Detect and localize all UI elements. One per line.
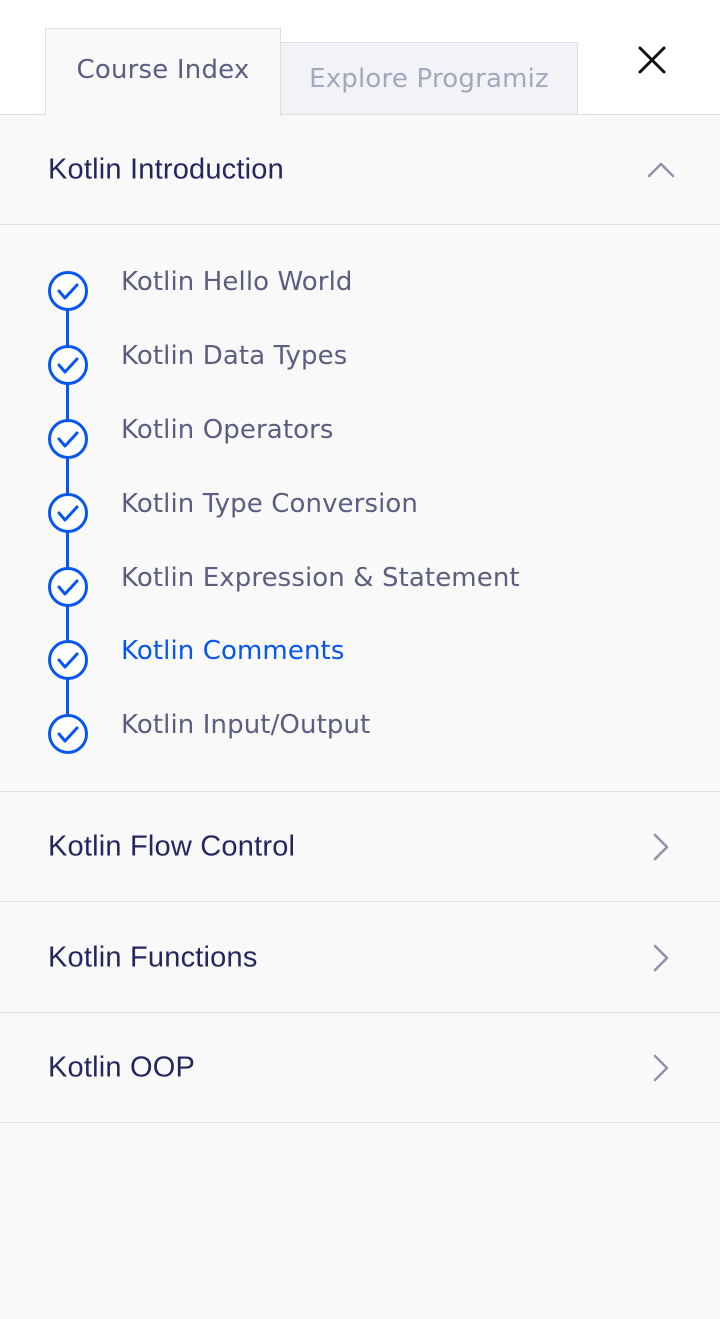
close-button[interactable] (632, 40, 672, 80)
top-bar: Course Index Explore Programiz (0, 0, 720, 116)
check-circle-icon (48, 271, 88, 311)
chevron-right-icon (653, 1054, 669, 1081)
lesson-label: Kotlin Operators (121, 415, 334, 445)
lesson-list: Kotlin Hello World Kotlin Data Types Kot… (0, 226, 720, 792)
section-header-kotlin-functions[interactable]: Kotlin Functions (0, 903, 720, 1013)
section-header-kotlin-introduction[interactable]: Kotlin Introduction (0, 115, 720, 225)
chevron-right-icon (653, 833, 669, 860)
check-circle-icon (48, 640, 88, 680)
check-circle-icon (48, 419, 88, 459)
lesson-item[interactable]: Kotlin Hello World (0, 265, 720, 315)
lesson-label: Kotlin Comments (121, 636, 345, 666)
section-title: Kotlin OOP (48, 1051, 196, 1083)
tab-course-index[interactable]: Course Index (45, 28, 281, 116)
close-icon (638, 46, 666, 74)
lesson-item[interactable]: Kotlin Operators (0, 413, 720, 463)
lesson-item-current[interactable]: Kotlin Comments (0, 634, 720, 684)
lesson-item[interactable]: Kotlin Type Conversion (0, 487, 720, 537)
check-circle-icon (48, 567, 88, 607)
section-title: Kotlin Functions (48, 941, 258, 973)
lesson-label: Kotlin Type Conversion (121, 489, 418, 519)
lesson-label: Kotlin Expression & Statement (121, 563, 520, 593)
section-header-kotlin-oop[interactable]: Kotlin OOP (0, 1013, 720, 1123)
check-circle-icon (48, 345, 88, 385)
check-circle-icon (48, 493, 88, 533)
section-title: Kotlin Introduction (48, 153, 284, 185)
lesson-item[interactable]: Kotlin Expression & Statement (0, 561, 720, 611)
tab-explore-programiz[interactable]: Explore Programiz (280, 42, 578, 115)
section-title: Kotlin Flow Control (48, 830, 296, 862)
section-header-kotlin-flow-control[interactable]: Kotlin Flow Control (0, 792, 720, 902)
lesson-label: Kotlin Hello World (121, 267, 353, 297)
lesson-label: Kotlin Input/Output (121, 710, 371, 740)
lesson-label: Kotlin Data Types (121, 341, 348, 371)
chevron-right-icon (653, 944, 669, 971)
lesson-item[interactable]: Kotlin Input/Output (0, 708, 720, 758)
check-circle-icon (48, 714, 88, 754)
lesson-item[interactable]: Kotlin Data Types (0, 339, 720, 389)
chevron-up-icon (647, 162, 675, 177)
